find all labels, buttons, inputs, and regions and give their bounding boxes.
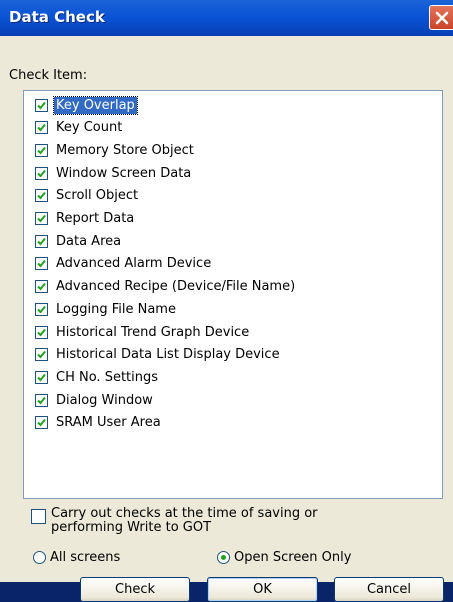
radio-open-screen-only[interactable]: Open Screen Only: [217, 550, 351, 565]
item-checkbox[interactable]: [35, 370, 48, 384]
check-mark-icon: [37, 396, 46, 405]
list-item[interactable]: Dialog Window: [35, 389, 155, 411]
item-checkbox[interactable]: [35, 121, 48, 135]
item-checkbox[interactable]: [35, 98, 48, 112]
list-item-label: Data Area: [56, 233, 122, 249]
list-item[interactable]: CH No. Settings: [35, 366, 160, 388]
check-mark-icon: [37, 351, 46, 359]
list-item[interactable]: Key Count: [35, 117, 124, 139]
item-checkbox[interactable]: [35, 280, 48, 294]
check-mark-icon: [37, 419, 46, 427]
item-checkbox[interactable]: [35, 416, 48, 430]
item-checkbox[interactable]: [35, 393, 48, 407]
item-checkbox[interactable]: [35, 143, 48, 157]
list-item-label: Report Data: [56, 211, 135, 226]
window-title: Data Check: [9, 8, 105, 26]
check-mark-icon: [37, 169, 46, 178]
all-screens-label: All screens: [50, 550, 121, 565]
list-item[interactable]: Advanced Recipe (Device/File Name): [35, 276, 297, 298]
list-item[interactable]: Data Area: [35, 230, 123, 252]
open-screen-only-radio[interactable]: [217, 551, 230, 564]
item-checkbox[interactable]: [35, 257, 48, 271]
check-mark-icon: [37, 101, 46, 109]
list-item-label: Scroll Object: [56, 188, 139, 204]
list-item-label: Memory Store Object: [56, 142, 194, 158]
save-check-text-line1: Carry out checks at the time of saving o…: [51, 506, 318, 521]
check-mark-icon: [37, 192, 46, 200]
item-checkbox[interactable]: [35, 348, 48, 362]
list-item-label: Key Overlap: [53, 95, 138, 115]
item-checkbox[interactable]: [35, 166, 48, 180]
check-mark-icon: [37, 260, 46, 268]
list-item-label: Key Count: [56, 120, 123, 136]
list-item-label: Dialog Window: [56, 392, 153, 408]
dialog-body: Check Item: Key Overlap Key Count Memory S…: [0, 36, 453, 602]
list-item[interactable]: Advanced Alarm Device: [35, 253, 213, 275]
list-item[interactable]: Key Overlap: [35, 94, 138, 116]
check-mark-icon: [37, 124, 46, 132]
list-item[interactable]: Historical Trend Graph Device: [35, 321, 251, 343]
title-bar[interactable]: Data Check: [0, 0, 453, 36]
check-mark-icon: [37, 214, 46, 223]
check-mark-icon: [37, 237, 46, 246]
list-item[interactable]: Report Data: [35, 208, 136, 230]
item-checkbox[interactable]: [35, 234, 48, 248]
open-screen-only-label: Open Screen Only: [234, 550, 352, 565]
list-item-label: CH No. Settings: [56, 369, 159, 385]
list-item-label: Advanced Recipe (Device/File Name): [56, 279, 296, 295]
item-checkbox[interactable]: [35, 212, 48, 225]
check-button[interactable]: Check: [80, 577, 190, 602]
check-item-label: Check Item:: [9, 68, 88, 83]
check-item-list[interactable]: Key Overlap Key Count Memory Store Object W…: [23, 90, 443, 499]
ok-button[interactable]: OK: [207, 577, 318, 602]
list-item-label: Historical Data List Display Device: [56, 347, 280, 363]
save-check-text-line2: performing Write to GOT: [51, 520, 212, 535]
list-item[interactable]: Memory Store Object: [35, 139, 196, 161]
save-check-checkbox[interactable]: [31, 509, 46, 524]
list-item[interactable]: Logging File Name: [35, 298, 178, 320]
list-item-label: Advanced Alarm Device: [56, 256, 212, 272]
close-button[interactable]: [429, 5, 453, 30]
check-mark-icon: [37, 328, 46, 336]
check-mark-icon: [37, 373, 46, 382]
radio-all-screens[interactable]: All screens: [33, 550, 120, 565]
save-check-option[interactable]: Carry out checks at the time of saving o…: [31, 507, 318, 535]
item-checkbox[interactable]: [35, 325, 48, 339]
cancel-button[interactable]: Cancel: [334, 577, 444, 602]
list-item[interactable]: Historical Data List Display Device: [35, 344, 282, 366]
check-mark-icon: [37, 305, 46, 314]
close-icon: [435, 11, 448, 24]
list-item-label: Logging File Name: [56, 301, 176, 317]
list-item-label: Window Screen Data: [56, 165, 192, 181]
all-screens-radio[interactable]: [33, 551, 46, 564]
list-item-label: SRAM User Area: [56, 415, 161, 431]
check-mark-icon: [37, 146, 46, 155]
list-item[interactable]: Scroll Object: [35, 185, 140, 207]
list-item[interactable]: Window Screen Data: [35, 162, 193, 184]
list-item[interactable]: SRAM User Area: [35, 412, 163, 434]
list-item-label: Historical Trend Graph Device: [56, 324, 250, 340]
check-mark-icon: [37, 282, 46, 291]
item-checkbox[interactable]: [35, 302, 48, 316]
item-checkbox[interactable]: [35, 189, 48, 203]
